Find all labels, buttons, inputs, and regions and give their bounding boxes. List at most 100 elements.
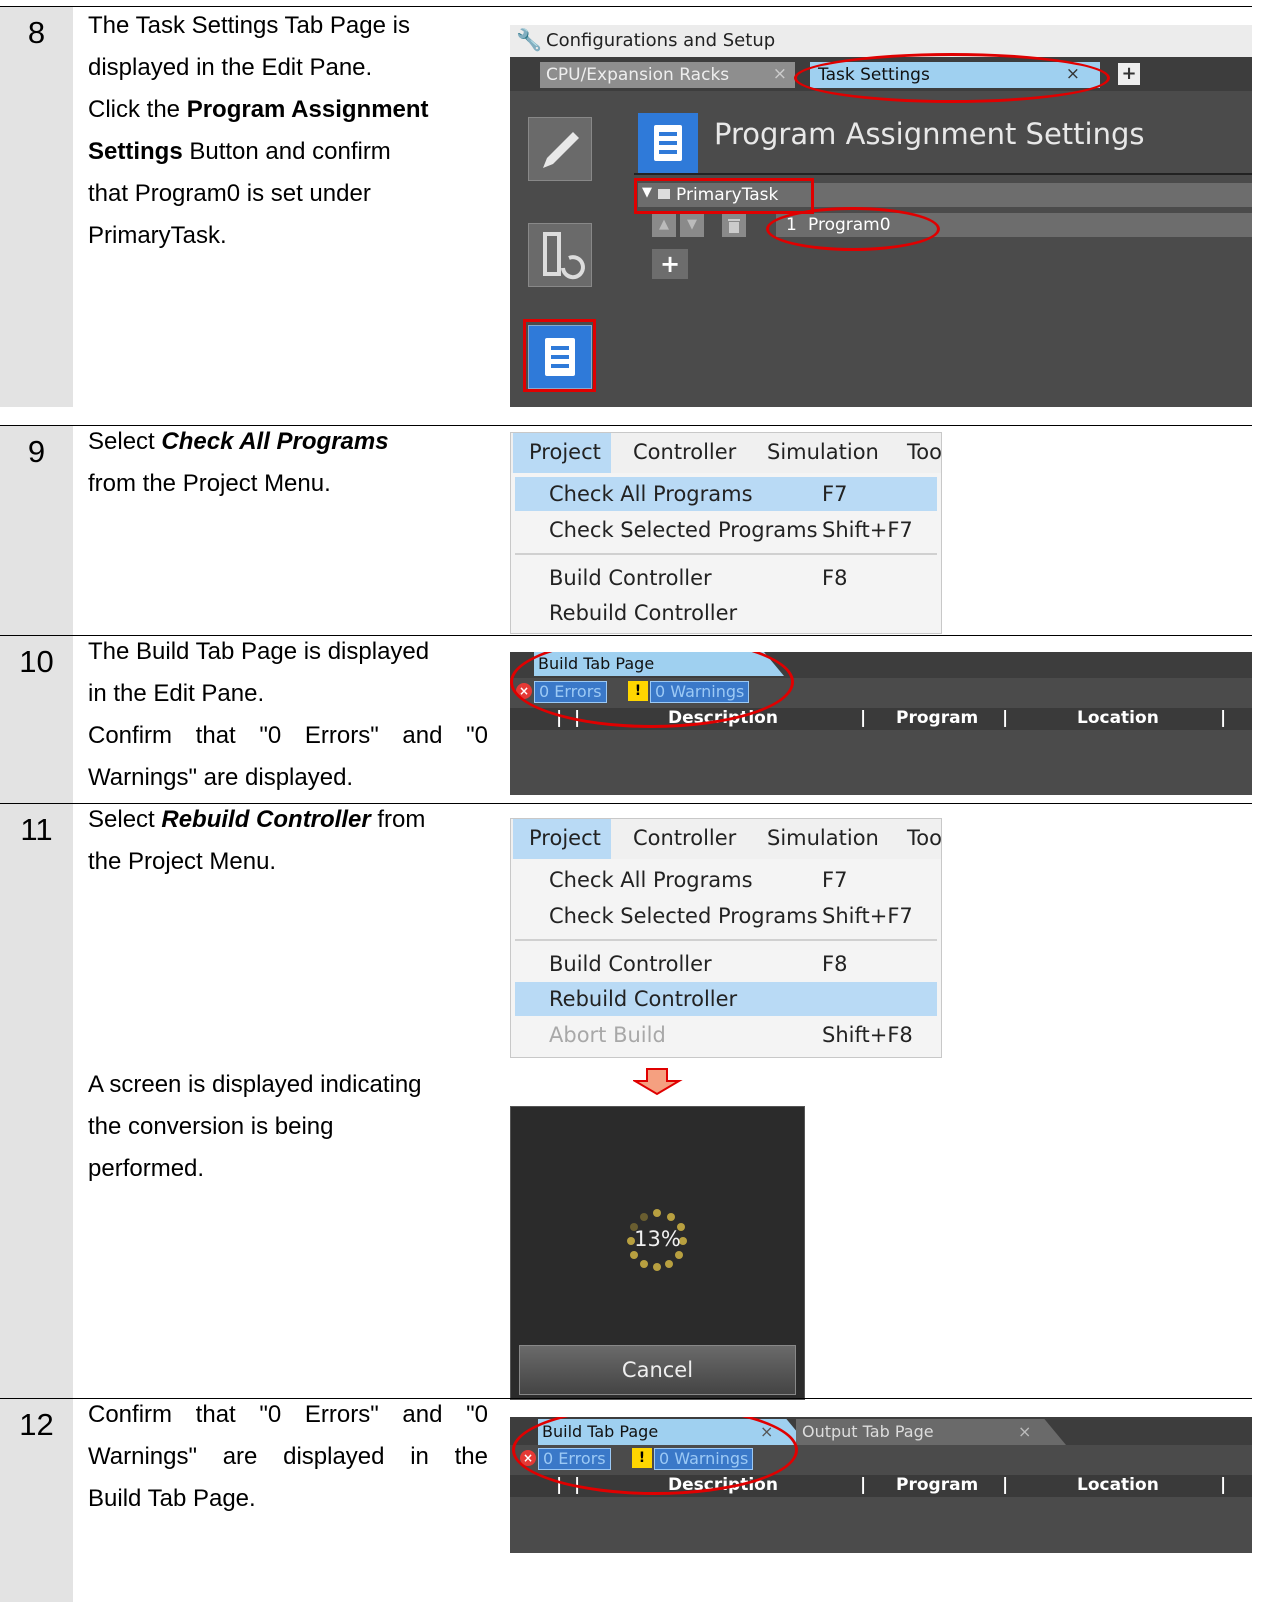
menu-item-abort-build: Abort Build Shift+F8 (549, 1023, 913, 1047)
progress-dialog: 13% Cancel (510, 1106, 805, 1400)
desc-line: that Program0 is set under (88, 180, 371, 207)
menu-controller[interactable]: Controller (633, 440, 736, 464)
menu-item-check-all[interactable]: Check All Programs F7 (515, 477, 937, 511)
project-menu-screenshot-1: Project Controller Simulation Too Check … (510, 432, 942, 634)
menu-item-build[interactable]: Build Controller F8 (515, 947, 937, 981)
menu-item-check-selected[interactable]: Check Selected Programs Shift+F7 (515, 513, 937, 547)
wrench-icon: 🔧 (516, 28, 543, 52)
step-description-2: A screen is displayed indicating the con… (88, 1064, 488, 1190)
step-10-row: 10 The Build Tab Page is displayed in th… (0, 636, 1252, 803)
heading-underline (634, 173, 1252, 175)
step-11-row: 11 Select Rebuild Controller from the Pr… (0, 804, 1252, 1400)
desc-line: the conversion is being (88, 1113, 334, 1140)
desc-line: Warnings" are displayed in the (88, 1443, 488, 1470)
step-description: The Build Tab Page is displayed in the E… (88, 631, 488, 799)
down-arrow-icon (633, 1068, 683, 1096)
emphasis: Program Assignment (186, 96, 429, 123)
col-program[interactable]: Program (896, 1475, 978, 1495)
desc-line: Confirm that "0 Errors" and "0 (88, 722, 488, 749)
step-number-column (0, 804, 73, 1398)
build-tab-screenshot-2: Build Tab Page × Output Tab Page × × 0 E… (510, 1417, 1252, 1553)
menu-project-label: Project (529, 826, 601, 850)
close-icon[interactable]: × (1018, 1422, 1031, 1441)
menu-item-rebuild[interactable]: Rebuild Controller (515, 596, 937, 630)
desc-line: Build Tab Page. (88, 1485, 256, 1512)
highlight-ring-program (766, 207, 940, 251)
desc-line: in the Edit Pane. (88, 680, 265, 707)
step-number: 12 (19, 1407, 54, 1442)
move-up-button[interactable]: ▲ (652, 213, 676, 237)
highlight-box-task (634, 178, 814, 214)
emphasis: Check All Programs (161, 428, 389, 455)
desc-line: Click the Program Assignment (88, 96, 429, 123)
step-number: 8 (27, 15, 46, 50)
heading-icon (638, 113, 698, 173)
step-description: The Task Settings Tab Page is displayed … (88, 5, 488, 257)
add-tab-button[interactable]: + (1118, 63, 1140, 85)
desc-line: Warnings" are displayed. (88, 764, 354, 791)
desc-line: The Task Settings Tab Page is (88, 12, 410, 39)
menu-tools[interactable]: Too (907, 826, 942, 850)
build-tab-screenshot-1: Build Tab Page × 0 Errors ! 0 Warnings |… (510, 652, 1252, 795)
step-number: 10 (19, 644, 54, 679)
step-description: Select Rebuild Controller from the Proje… (88, 799, 488, 883)
window-title: Configurations and Setup (546, 30, 776, 51)
step-number: 9 (27, 434, 46, 469)
menu-bar: Project Controller Simulation Too (511, 819, 942, 859)
step-8-row: 8 The Task Settings Tab Page is displaye… (0, 7, 1252, 407)
highlight-box-button (523, 319, 596, 392)
page-heading: Program Assignment Settings (714, 117, 1145, 151)
menu-item-build[interactable]: Build Controller F8 (515, 561, 937, 595)
emphasis: Settings (88, 138, 183, 165)
menu-separator (515, 939, 937, 941)
col-program[interactable]: Program (896, 708, 978, 728)
menu-tools[interactable]: Too (907, 440, 942, 464)
menu-project-label: Project (529, 440, 601, 464)
col-location[interactable]: Location (1077, 708, 1159, 728)
col-location[interactable]: Location (1077, 1475, 1159, 1495)
edit-pencil-button[interactable] (528, 117, 592, 181)
menu-item-rebuild[interactable]: Rebuild Controller (515, 982, 937, 1016)
progress-percent: 13% (634, 1227, 681, 1251)
menu-controller[interactable]: Controller (633, 826, 736, 850)
desc-line: from the Project Menu. (88, 470, 331, 497)
highlight-ring-tab (794, 53, 1110, 103)
menu-simulation[interactable]: Simulation (767, 440, 879, 464)
menu-bar: Project Controller Simulation Too (511, 433, 942, 473)
menu-item-check-all[interactable]: Check All Programs F7 (515, 863, 937, 897)
desc-line: Settings Button and confirm (88, 138, 391, 165)
io-map-icon (543, 232, 585, 280)
desc-line: Select Check All Programs (88, 428, 389, 455)
cancel-button[interactable]: Cancel (519, 1345, 796, 1395)
tab-cpu-expansion[interactable]: CPU/Expansion Racks × (540, 62, 795, 88)
desc-line: Confirm that "0 Errors" and "0 (88, 1401, 488, 1428)
desc-line: Select Rebuild Controller from (88, 806, 426, 833)
step-number: 11 (20, 812, 53, 847)
desc-line: PrimaryTask. (88, 222, 227, 249)
io-map-button[interactable] (528, 223, 592, 287)
step-12-row: 12 Confirm that "0 Errors" and "0 Warnings" ar… (0, 1399, 1252, 1602)
step-description: Confirm that "0 Errors" and "0 Warnings" are di… (88, 1394, 488, 1520)
delete-button[interactable] (722, 213, 746, 237)
add-program-button[interactable]: + (652, 249, 688, 279)
emphasis: Rebuild Controller (161, 806, 371, 833)
project-menu-screenshot-2: Project Controller Simulation Too Check … (510, 818, 942, 1058)
close-icon[interactable]: × (773, 64, 787, 84)
desc-line: displayed in the Edit Pane. (88, 54, 373, 81)
window-titlebar: 🔧 Configurations and Setup (510, 25, 1252, 57)
desc-line: performed. (88, 1155, 205, 1182)
step-number-column (0, 7, 73, 407)
pencil-icon (543, 132, 579, 168)
move-down-button[interactable]: ▼ (680, 213, 704, 237)
desc-line: A screen is displayed indicating (88, 1071, 422, 1098)
config-screenshot: 🔧 Configurations and Setup CPU/Expansion… (510, 25, 1252, 407)
menu-item-check-selected[interactable]: Check Selected Programs Shift+F7 (515, 899, 937, 933)
trash-icon (728, 219, 740, 233)
desc-line: the Project Menu. (88, 848, 277, 875)
step-description: Select Check All Programs from the Proje… (88, 421, 488, 505)
menu-simulation[interactable]: Simulation (767, 826, 879, 850)
desc-line: The Build Tab Page is displayed (88, 638, 430, 665)
tab-output[interactable]: Output Tab Page × (796, 1419, 1066, 1445)
step-9-row: 9 Select Check All Programs from the Pro… (0, 426, 1252, 635)
menu-separator (515, 553, 937, 555)
